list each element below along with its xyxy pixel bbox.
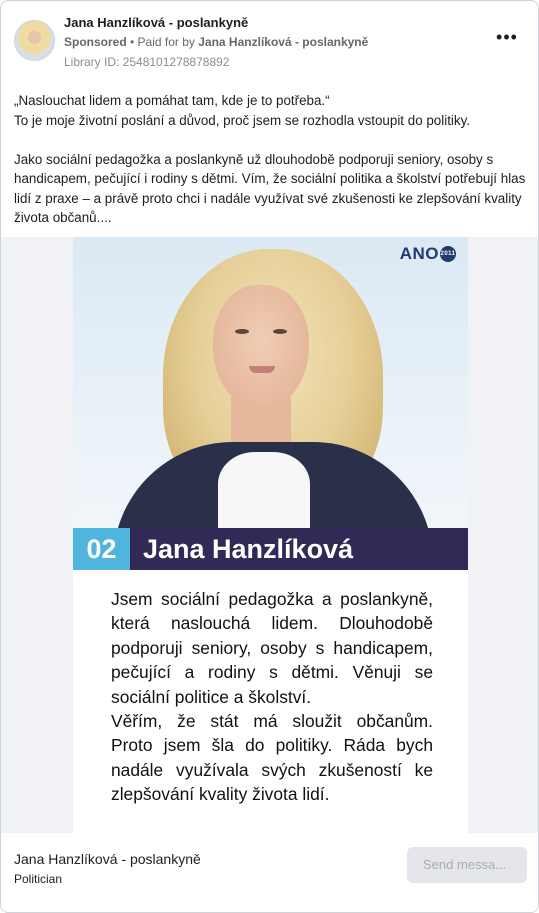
avatar[interactable] (14, 20, 55, 61)
poster-line: nadále využívala svých zkušeností ke (111, 759, 433, 780)
poster-statement: Jsem sociální pedagožka a poslankyně, kt… (111, 587, 433, 807)
poster-line: Jsem sociální pedagožka a poslankyně, (111, 589, 433, 609)
paid-for-label: Paid for by (137, 35, 199, 49)
ad-body-text: „Naslouchat lidem a pomáhat tam, kde je … (14, 91, 529, 228)
candidate-name: Jana Hanzlíková (143, 534, 354, 564)
campaign-poster: ANO 2011 02 Jana Hanzlíková Jsem sociální… (73, 237, 468, 833)
ad-header: Jana Hanzlíková - poslankyně Sponsored •… (1, 1, 538, 81)
ad-text-paragraph-2: Jako sociální pedagožka a poslankyně už … (14, 151, 526, 226)
funder-name: Jana Hanzlíková - poslankyně (198, 35, 369, 49)
ad-text-line-1: „Naslouchat lidem a pomáhat tam, kde je … (14, 93, 330, 108)
sponsored-label: Sponsored (64, 35, 127, 49)
send-message-button[interactable]: Send messa... (407, 847, 527, 883)
candidate-number: 02 (73, 528, 130, 570)
footer-category: Politician (14, 872, 63, 886)
poster-line: podporuji seniory, osoby s handicapem, (111, 637, 433, 658)
ad-text-line-2: To je moje životní poslání a důvod, proč… (14, 112, 471, 128)
library-id: Library ID: 2548101278878892 (64, 55, 230, 69)
page-name[interactable]: Jana Hanzlíková - poslankyně (64, 15, 248, 30)
poster-line: zlepšování kvality života lidí. (111, 784, 330, 805)
footer-page-name[interactable]: Jana Hanzlíková - poslankyně (14, 851, 201, 867)
poster-line: pečující a rodiny s dětmi. Věnuji se (111, 662, 433, 683)
poster-line: Proto jsem šla do politiky. Ráda bych (111, 735, 433, 756)
ad-card: Jana Hanzlíková - poslankyně Sponsored •… (0, 0, 539, 913)
ad-footer: Jana Hanzlíková - poslankyně Politician … (1, 833, 538, 912)
poster-line: Věřím, že stát má sloužit občanům. (111, 711, 433, 732)
more-options-icon[interactable]: ••• (494, 28, 520, 51)
sponsored-line: Sponsored • Paid for by Jana Hanzlíková … (64, 35, 368, 49)
separator: • (126, 35, 138, 49)
candidate-photo: ANO 2011 (73, 237, 468, 530)
poster-line: která naslouchá lidem. Dlouhodobě (111, 613, 433, 634)
ad-media[interactable]: ANO 2011 02 Jana Hanzlíková Jsem sociální… (1, 237, 538, 833)
party-logo: ANO 2011 (399, 244, 456, 263)
candidate-name-bar: 02 Jana Hanzlíková (73, 528, 468, 570)
poster-line: sociální politice a školství. (111, 686, 312, 707)
